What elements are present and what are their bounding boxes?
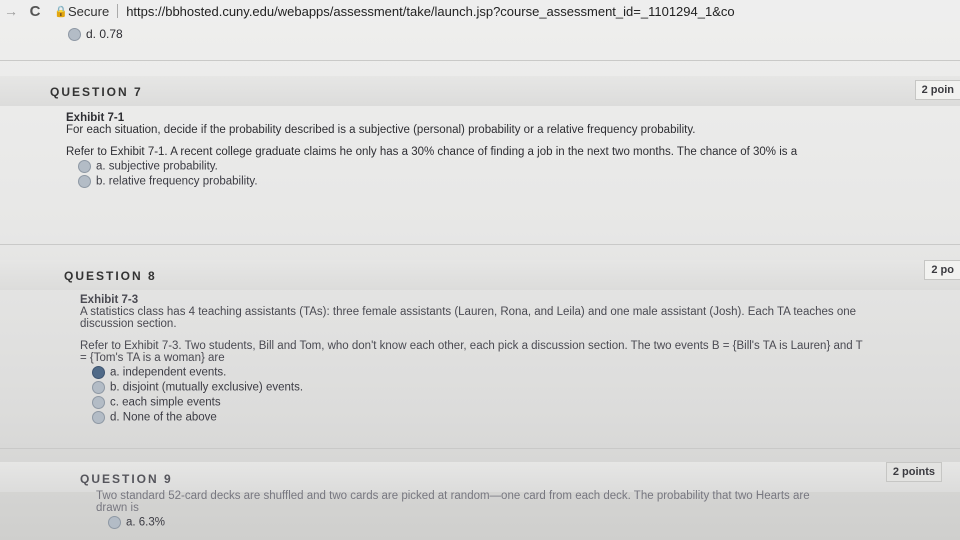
exhibit-title: Exhibit 7-1: [66, 112, 125, 124]
radio-button[interactable]: [92, 381, 105, 394]
points-badge: 2 points: [885, 462, 942, 482]
question-header: QUESTION 9 2 points: [0, 462, 960, 492]
option-label: b. disjoint (mutually exclusive) events.: [110, 381, 304, 394]
radio-button-selected[interactable]: [92, 366, 105, 379]
question-prompt: Refer to Exhibit 7-3. Two students, Bill…: [80, 340, 863, 364]
previous-answer-option[interactable]: d. 0.78: [68, 27, 123, 42]
address-bar[interactable]: https://bbhosted.cuny.edu/webapps/assess…: [126, 4, 960, 19]
exhibit-instruction: A statistics class has 4 teaching assist…: [80, 306, 857, 330]
browser-toolbar: → C 🔒 Secure https://bbhosted.cuny.edu/w…: [0, 0, 960, 23]
secure-label: Secure: [68, 3, 110, 19]
question-header: QUESTION 7 2 poin: [0, 76, 960, 106]
assessment-page: d. 0.78 QUESTION 7 2 poin Exhibit 7-1 Fo…: [0, 22, 960, 540]
exhibit-title: Exhibit 7-3: [80, 294, 139, 306]
radio-button[interactable]: [92, 411, 105, 424]
answer-option[interactable]: d. None of the above: [92, 411, 870, 424]
answer-option[interactable]: c. each simple events: [92, 396, 870, 409]
lock-icon: 🔒: [54, 5, 68, 18]
question-title: QUESTION 9: [80, 472, 173, 486]
radio-button[interactable]: [68, 28, 81, 42]
option-label: c. each simple events: [110, 396, 221, 409]
option-label: d. 0.78: [86, 27, 123, 41]
option-label: a. independent events.: [110, 366, 227, 379]
points-badge: 2 po: [924, 260, 960, 280]
address-divider: [117, 4, 119, 18]
answer-option[interactable]: b. disjoint (mutually exclusive) events.: [92, 381, 870, 394]
option-label: b. relative frequency probability.: [96, 175, 258, 188]
reload-icon[interactable]: C: [22, 3, 48, 20]
question-prompt: Refer to Exhibit 7-1. A recent college g…: [66, 146, 798, 158]
answer-option[interactable]: a. subjective probability.: [78, 160, 866, 173]
exhibit-instruction: For each situation, decide if the probab…: [66, 124, 696, 136]
question-header: QUESTION 8 2 po: [0, 260, 960, 290]
option-label: d. None of the above: [110, 411, 217, 424]
forward-icon[interactable]: →: [0, 3, 22, 19]
answer-option[interactable]: a. independent events.: [92, 366, 870, 379]
option-label: a. 6.3%: [126, 516, 165, 529]
radio-button[interactable]: [92, 396, 105, 409]
radio-button[interactable]: [78, 160, 91, 173]
question-body: Exhibit 7-3 A statistics class has 4 tea…: [80, 294, 870, 424]
divider: [0, 60, 960, 61]
option-label: a. subjective probability.: [96, 160, 218, 173]
answer-option[interactable]: a. 6.3%: [108, 516, 816, 529]
question-prompt: Two standard 52-card decks are shuffled …: [96, 490, 810, 514]
question-body: Two standard 52-card decks are shuffled …: [96, 490, 816, 529]
question-title: QUESTION 7: [50, 85, 143, 99]
answer-option[interactable]: b. relative frequency probability.: [78, 175, 866, 188]
points-badge: 2 poin: [914, 80, 960, 100]
divider: [0, 448, 960, 449]
question-title: QUESTION 8: [64, 269, 157, 283]
radio-button[interactable]: [108, 516, 121, 529]
question-body: Exhibit 7-1 For each situation, decide i…: [66, 112, 866, 188]
radio-button[interactable]: [78, 175, 91, 188]
divider: [0, 244, 960, 245]
